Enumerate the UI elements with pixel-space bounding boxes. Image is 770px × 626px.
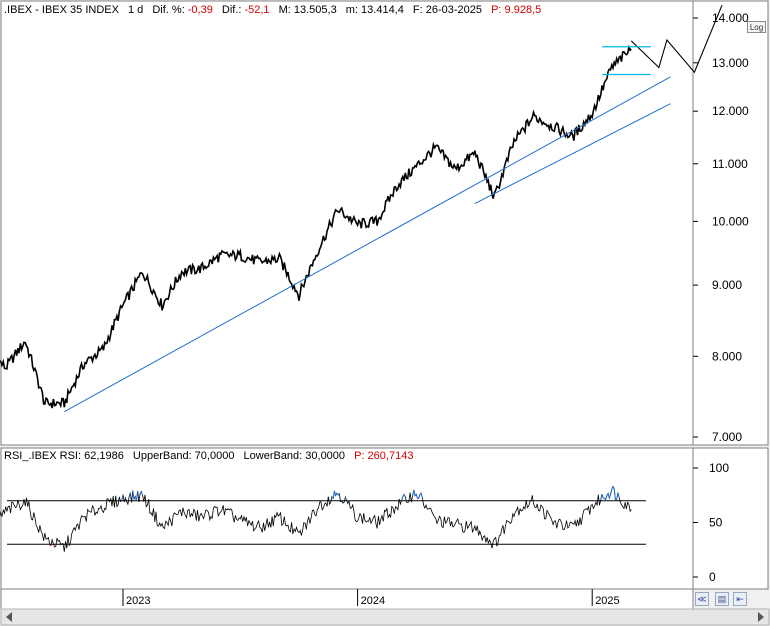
log-scale-button[interactable]: Log bbox=[747, 21, 766, 33]
price-tick-label: 11.000 bbox=[712, 157, 748, 171]
save-icon[interactable]: ▤ bbox=[715, 592, 729, 606]
dif-value: -52,1 bbox=[244, 4, 270, 16]
rsi-lower: LowerBand: 30,0000 bbox=[243, 450, 346, 462]
period-label: 1 d bbox=[128, 4, 144, 16]
rsi-upper: UpperBand: 70,0000 bbox=[132, 450, 235, 462]
price-header: .IBEX - IBEX 35 INDEX 1 d Dif. %: -0,39 D… bbox=[4, 4, 547, 16]
date-label: F: 26-03-2025 bbox=[412, 4, 483, 16]
chart-canvas[interactable]: 14.000 13.000 12.000 11.000 10.000 9.000 8.000… bbox=[0, 0, 770, 626]
rsi-extreme-segment bbox=[106, 497, 109, 500]
rsi-axis-panel bbox=[692, 447, 769, 590]
price-tick-label: 9.000 bbox=[712, 278, 742, 292]
rsi-tick-label: 0 bbox=[709, 570, 716, 584]
symbol-label: .IBEX - IBEX 35 INDEX bbox=[4, 4, 119, 16]
rsi-header: RSI_.IBEX RSI: 62,1986 UpperBand: 70,000… bbox=[4, 450, 419, 462]
price-tick-label: 7.000 bbox=[712, 430, 742, 444]
pointer-value: P: 9.928,5 bbox=[491, 4, 542, 16]
max-label: M: 13.505,3 bbox=[278, 4, 337, 16]
rsi-tick-label: 100 bbox=[709, 461, 729, 475]
rsi-pointer: P: 260,7143 bbox=[354, 450, 414, 462]
price-tick-label: 13.000 bbox=[712, 56, 749, 70]
min-label: m: 13.414,4 bbox=[345, 4, 404, 16]
dif-pct-value: -0,39 bbox=[187, 4, 213, 16]
price-tick-label: 14.000 bbox=[712, 11, 749, 25]
pin-icon[interactable]: ⇤ bbox=[733, 592, 747, 606]
price-tick-label: 12.000 bbox=[712, 104, 749, 118]
rsi-extreme-segment bbox=[49, 544, 52, 546]
price-panel[interactable] bbox=[0, 0, 694, 446]
dif-label: Dif.: bbox=[221, 4, 242, 16]
price-tick-label: 10.000 bbox=[712, 214, 749, 228]
date-tick-label: 2025 bbox=[595, 595, 619, 607]
rsi-tick-label: 50 bbox=[709, 516, 723, 530]
price-tick-label: 8.000 bbox=[712, 349, 742, 363]
dif-pct-label: Dif. %: bbox=[152, 4, 185, 16]
date-tick-label: 2024 bbox=[361, 595, 385, 607]
date-tick-label: 2023 bbox=[126, 595, 150, 607]
zoom-icon[interactable]: ≪ bbox=[695, 592, 709, 606]
rsi-panel[interactable] bbox=[0, 447, 694, 590]
rsi-title: RSI_.IBEX RSI: 62,1986 bbox=[4, 450, 124, 462]
rsi-extreme-segment bbox=[54, 545, 57, 548]
scrollbar[interactable] bbox=[0, 608, 770, 626]
chart-window: 14.000 13.000 12.000 11.000 10.000 9.000 8.000… bbox=[0, 0, 770, 626]
date-axis-panel bbox=[0, 588, 694, 610]
